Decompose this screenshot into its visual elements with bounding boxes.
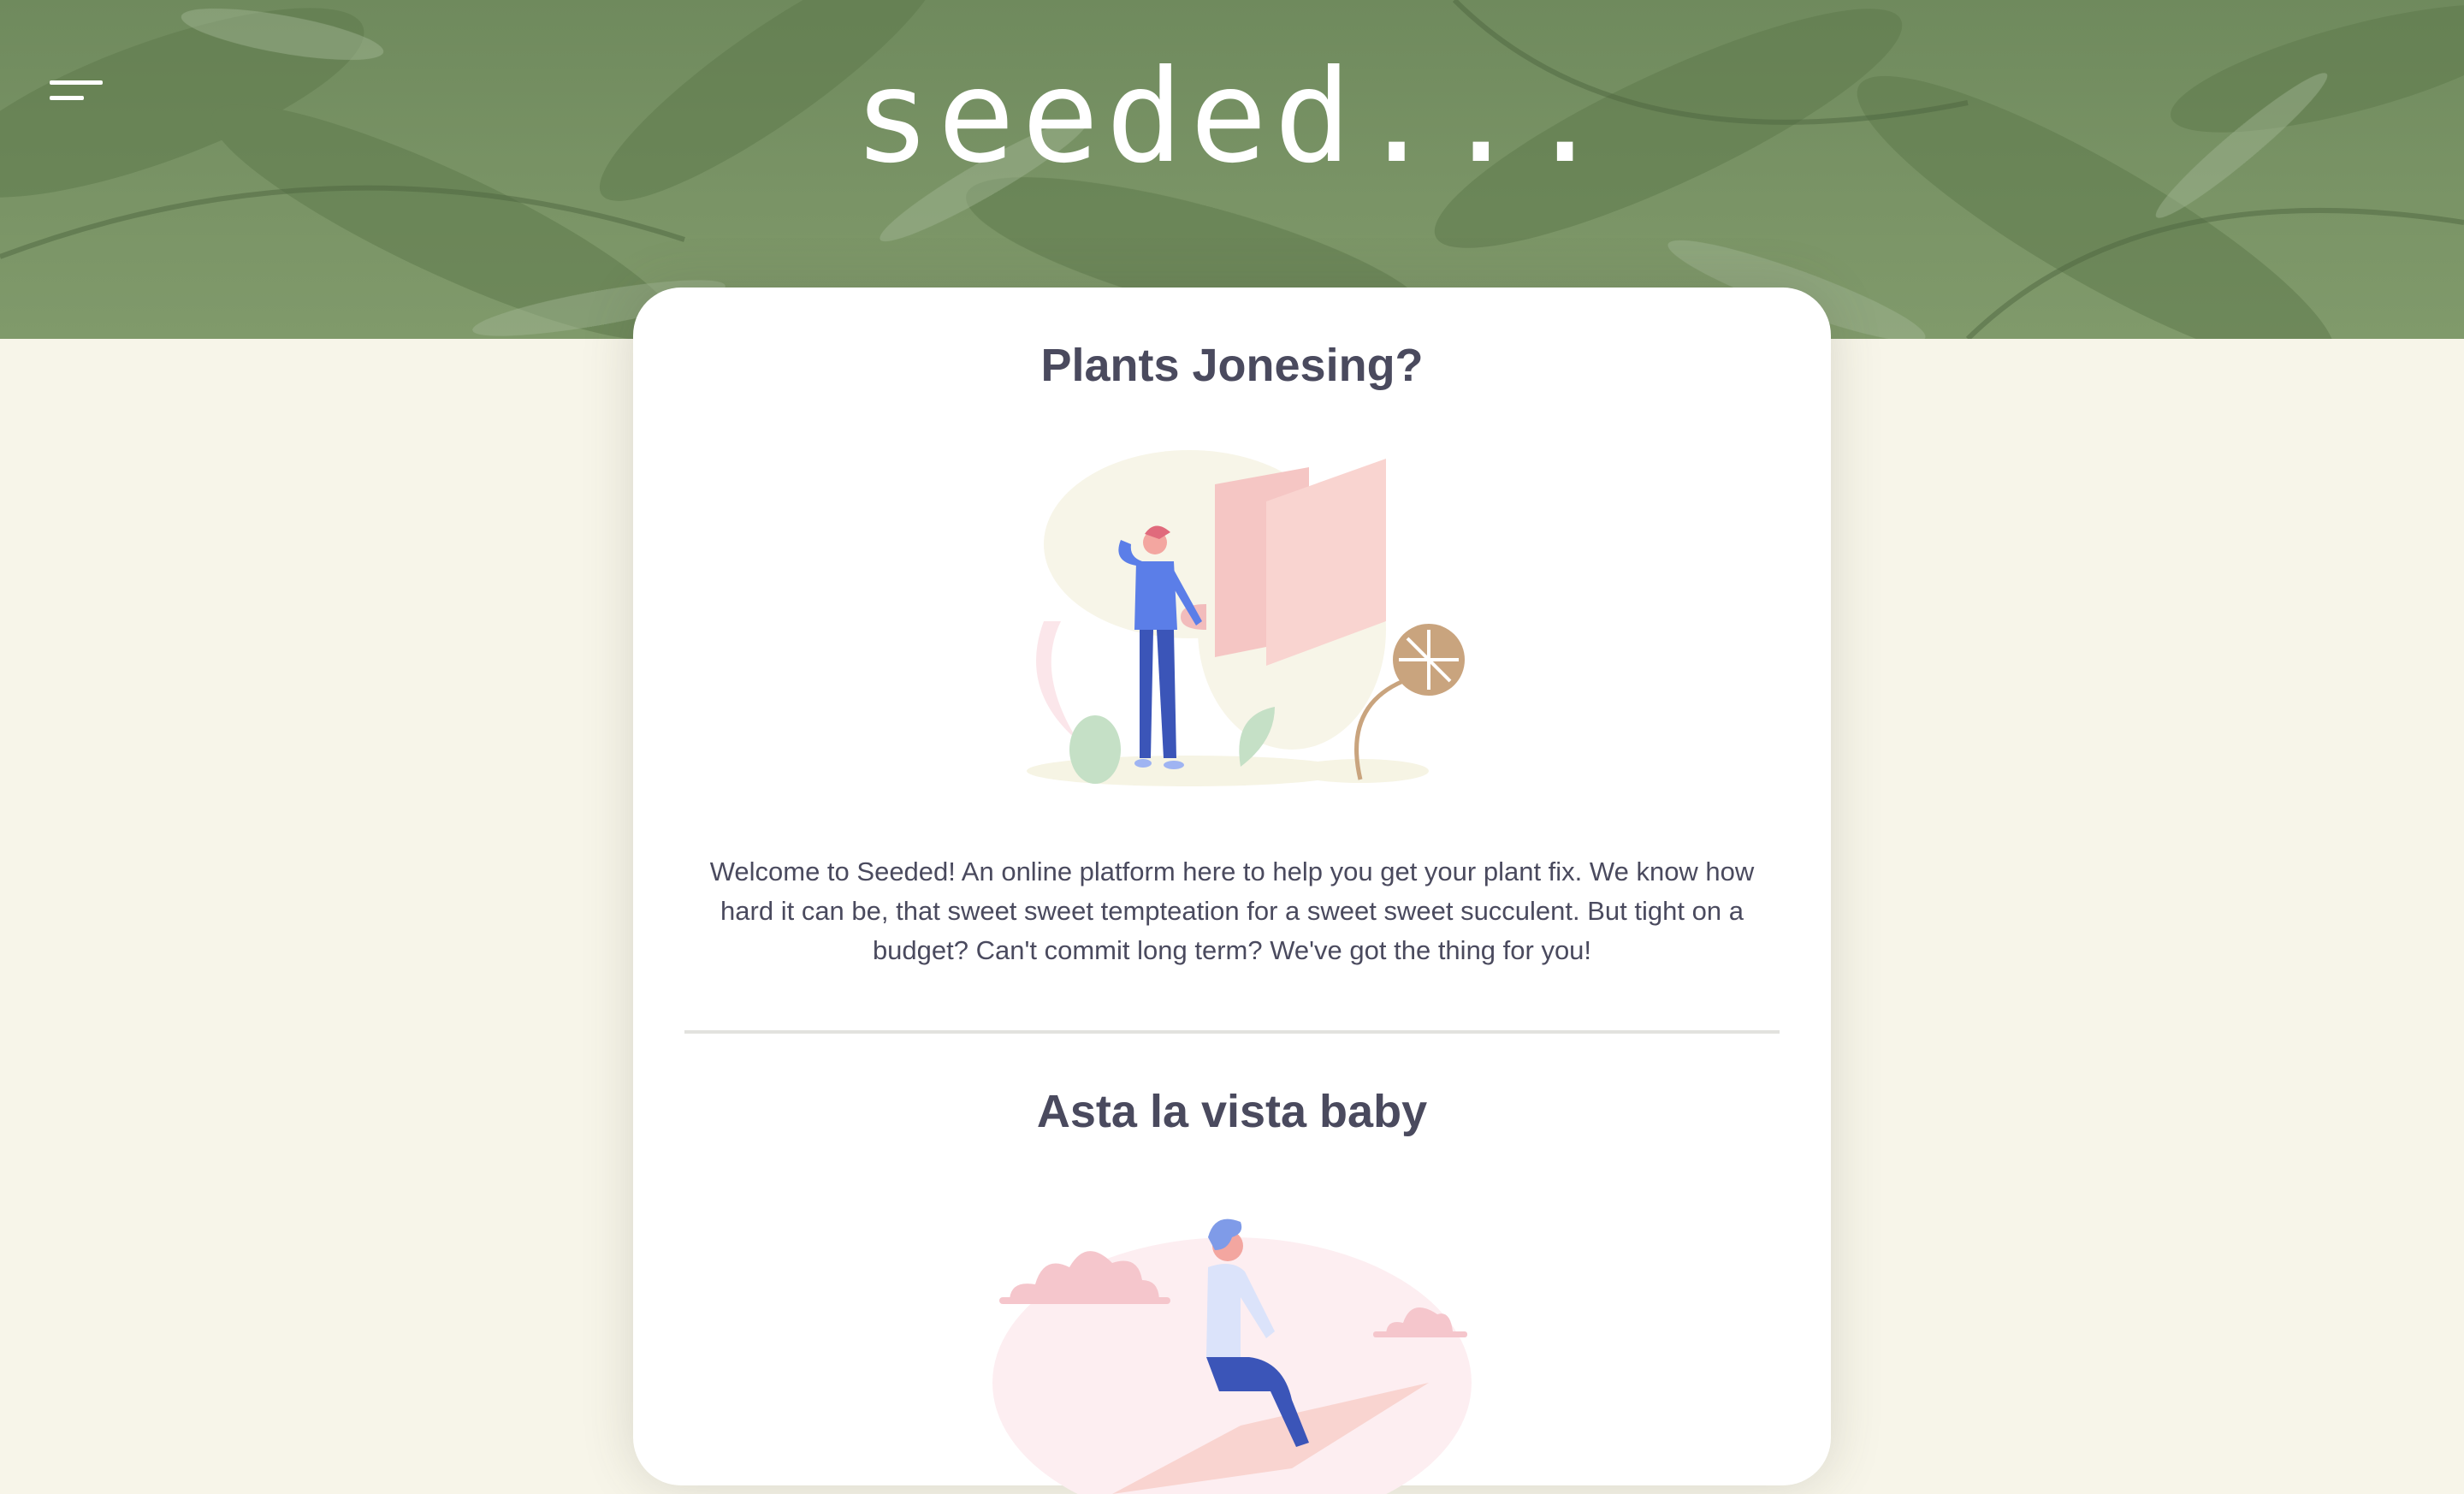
site-logo[interactable]: seeded... <box>0 53 2464 181</box>
welcome-paragraph: Welcome to Seeded! An online platform he… <box>709 857 1755 965</box>
content-card: Plants Jonesing? Welcome to Seeded! An o… <box>633 288 1831 1494</box>
section-divider <box>684 1030 1780 1034</box>
person-riding-paper-plane-illustration <box>992 1218 1472 1494</box>
person-looking-at-panels-illustration <box>1027 450 1465 786</box>
section-title-asta-la-vista: Asta la vista baby <box>1036 1086 1428 1137</box>
section-title-plants-jonesing: Plants Jonesing? <box>1040 340 1424 391</box>
